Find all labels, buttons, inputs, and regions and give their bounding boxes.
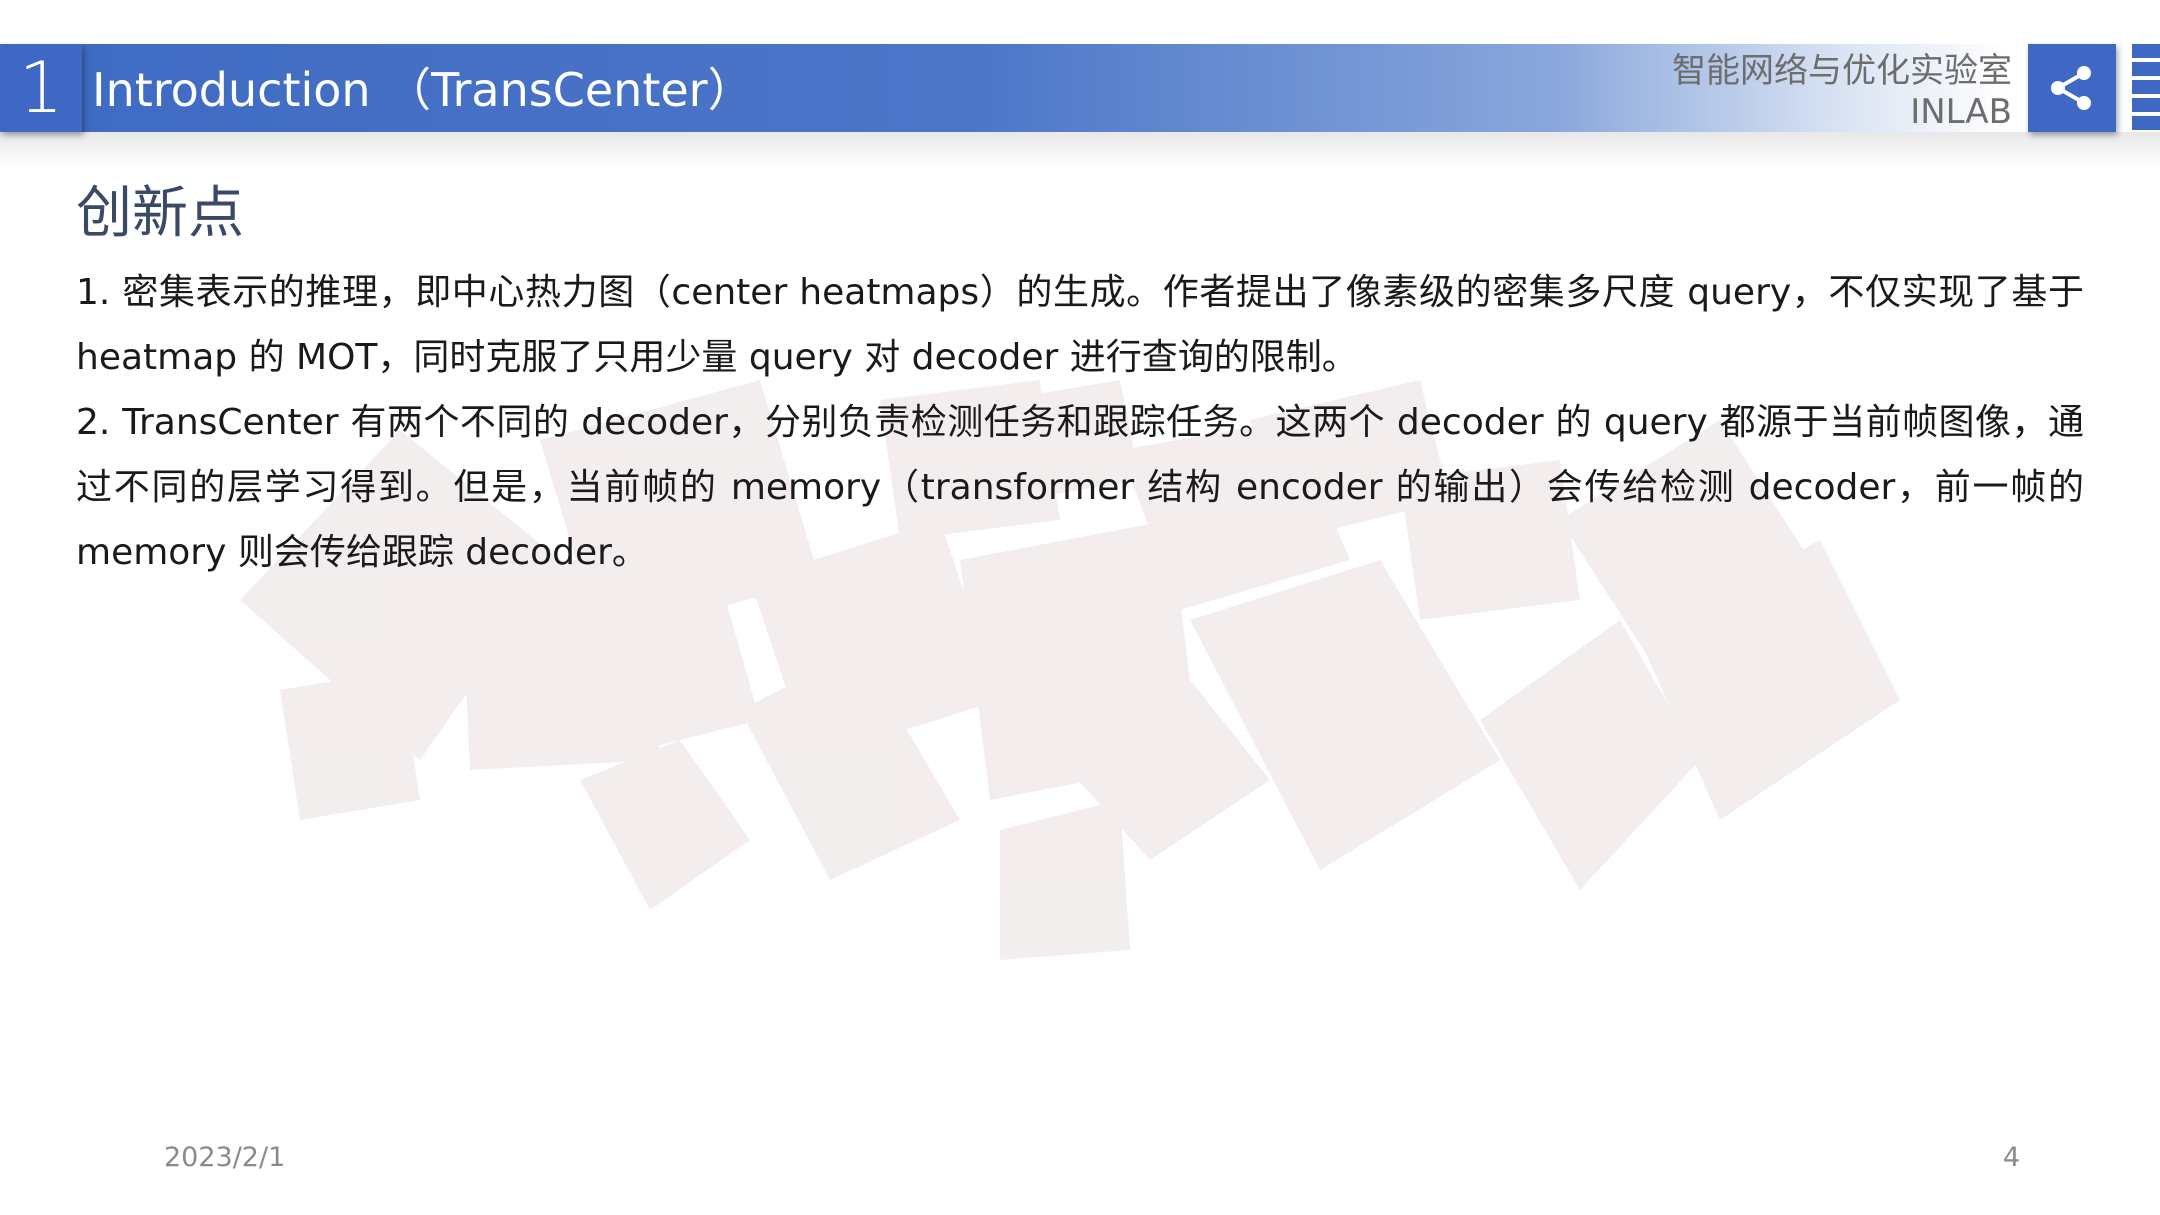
lab-name: 智能网络与优化实验室 bbox=[1672, 51, 2012, 91]
share-icon bbox=[2051, 66, 2091, 110]
share-button[interactable] bbox=[2028, 44, 2116, 132]
footer-date: 2023/2/1 bbox=[164, 1142, 286, 1173]
page-number: 4 bbox=[2002, 1142, 2020, 1173]
section-number: 1 bbox=[18, 47, 64, 129]
header-shadow bbox=[0, 128, 2160, 168]
paragraph-2: 2. TransCenter 有两个不同的 decoder，分别负责检测任务和跟… bbox=[76, 402, 2084, 573]
content-body: 1. 密集表示的推理，即中心热力图（center heatmaps）的生成。作者… bbox=[76, 260, 2084, 585]
slide-title: Introduction （TransCenter） bbox=[92, 63, 754, 117]
background-shapes bbox=[240, 380, 1900, 960]
lab-abbreviation: INLAB bbox=[1910, 92, 2012, 132]
paragraph-1: 1. 密集表示的推理，即中心热力图（center heatmaps）的生成。作者… bbox=[76, 272, 2084, 378]
edge-decoration bbox=[2132, 44, 2160, 132]
section-heading: 创新点 bbox=[76, 181, 244, 246]
